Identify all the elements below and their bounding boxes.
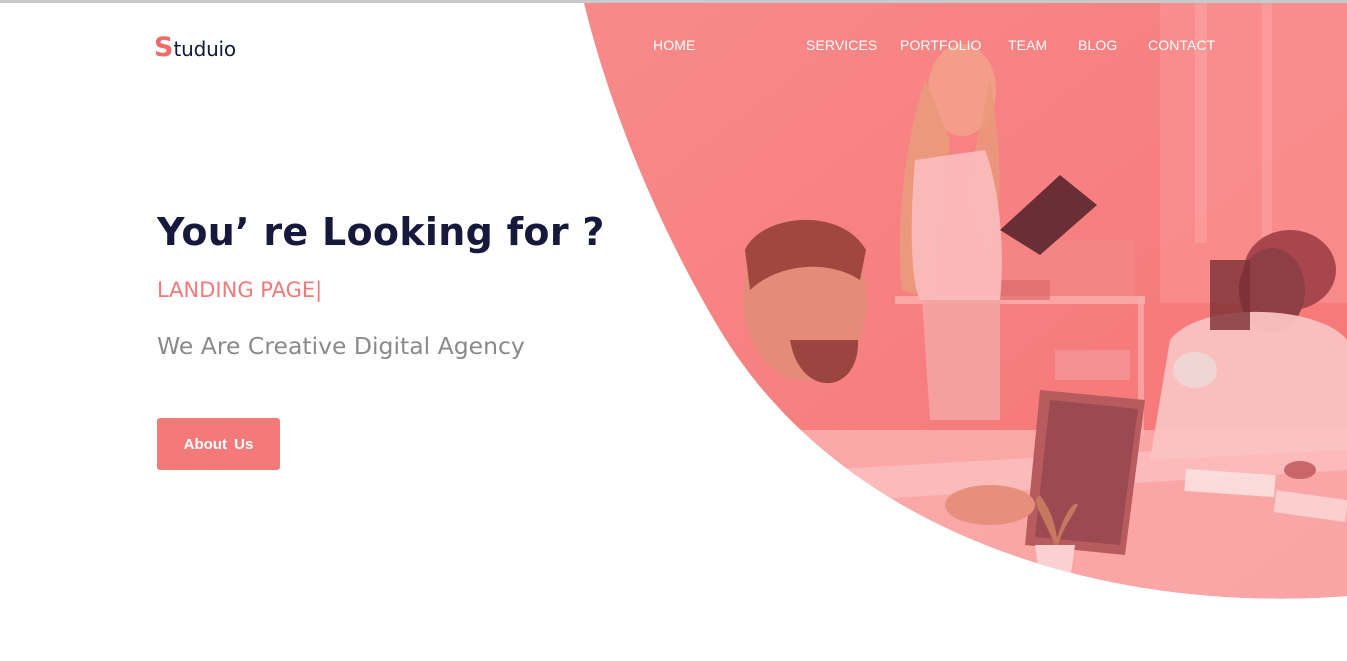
nav-team[interactable]: TEAM: [1008, 37, 1047, 53]
typed-text: LANDING PAGE: [157, 278, 316, 302]
nav-home[interactable]: HOME: [653, 37, 695, 53]
main-nav: HOME SERVICES PORTFOLIO TEAM BLOG CONTAC…: [0, 37, 1347, 55]
nav-blog[interactable]: BLOG: [1078, 37, 1117, 53]
hero-tagline: We Are Creative Digital Agency: [157, 332, 525, 360]
typed-text-line: LANDING PAGE|: [157, 278, 322, 302]
nav-contact[interactable]: CONTACT: [1148, 37, 1215, 53]
typing-cursor: |: [315, 278, 323, 302]
nav-services[interactable]: SERVICES: [806, 37, 877, 53]
hero-image: [584, 3, 1347, 599]
about-us-button[interactable]: About Us: [157, 418, 280, 470]
landing-page: S tuduio HOME SERVICES PORTFOLIO TEAM BL…: [0, 0, 1347, 661]
hero-headline: You’ re Looking for ?: [157, 210, 605, 254]
nav-portfolio[interactable]: PORTFOLIO: [900, 37, 982, 53]
